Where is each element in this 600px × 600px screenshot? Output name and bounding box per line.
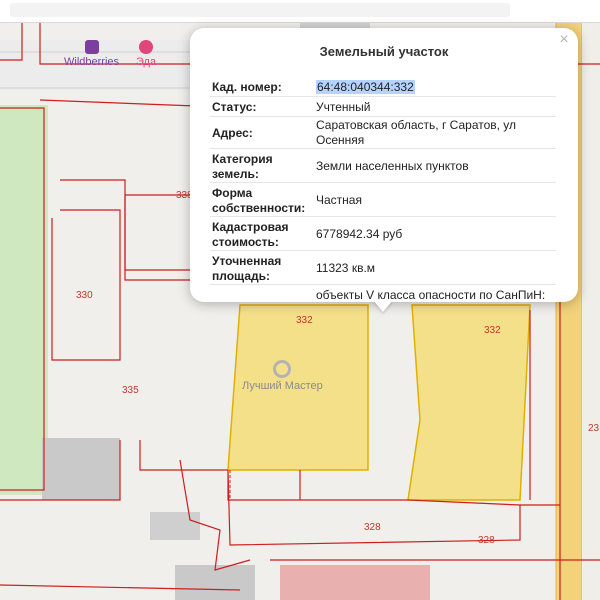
row-key: Статус: bbox=[212, 100, 257, 114]
popup-title: Земельный участок bbox=[319, 44, 449, 59]
building bbox=[150, 512, 200, 540]
address-line: Саратовская область, г Саратов, ул bbox=[316, 118, 517, 132]
poi-label: Эда bbox=[136, 56, 157, 68]
info-row-cadastral-value: Кадастровая стоимость: 6778942.34 руб bbox=[210, 218, 556, 251]
address-line: Осенняя bbox=[316, 133, 365, 147]
parcel-number: 332 bbox=[296, 315, 313, 326]
row-key-line: Уточненная bbox=[212, 254, 282, 268]
row-value: Земли населенных пунктов bbox=[316, 159, 469, 173]
row-value: 11323 кв.м bbox=[316, 261, 376, 275]
selected-parcel[interactable] bbox=[407, 304, 531, 501]
parcel-number: 328 bbox=[364, 522, 381, 533]
top-toolbar bbox=[0, 0, 600, 23]
row-key-line: площадь: bbox=[212, 269, 270, 283]
row-value[interactable]: 64:48:040344:332 bbox=[316, 80, 415, 95]
row-key: Кадастровая стоимость: bbox=[212, 220, 289, 250]
row-value: Учтенный bbox=[316, 100, 371, 114]
row-key-line: стоимость: bbox=[212, 235, 279, 249]
place-icon bbox=[273, 360, 292, 378]
parcel-number: 328 bbox=[478, 535, 495, 546]
cadastral-number[interactable]: 64:48:040344:332 bbox=[316, 80, 415, 94]
row-key-line: Форма bbox=[212, 186, 253, 200]
green-area bbox=[0, 105, 48, 495]
poi-label: Wildberries bbox=[64, 56, 120, 68]
info-row-land-category: Категория земель: Земли населенных пункт… bbox=[210, 150, 556, 183]
row-key: Форма собственности: bbox=[212, 186, 305, 216]
poi-label: Лучший Мастер bbox=[242, 380, 323, 392]
parcel-info-popup: Земельный участок × Кад. номер: 64:48:04… bbox=[190, 28, 578, 302]
shopping-bag-icon bbox=[84, 40, 99, 54]
row-key: Кад. номер: bbox=[212, 80, 282, 94]
info-row-cadastral-number: Кад. номер: 64:48:040344:332 bbox=[210, 78, 556, 97]
parcel-number: 231 bbox=[588, 423, 600, 434]
poi-wildberries[interactable]: Wildberries bbox=[64, 40, 119, 68]
row-key-line: земель: bbox=[212, 167, 259, 181]
row-value: Саратовская область, г Саратов, ул Осенн… bbox=[316, 118, 516, 148]
row-key: Адрес: bbox=[212, 126, 253, 140]
row-key: Категория земель: bbox=[212, 152, 273, 182]
parcel-number: 332 bbox=[484, 325, 501, 336]
row-value: объекты V класса опасности по СанПиН: bbox=[316, 288, 546, 302]
parcel-number: 330 bbox=[76, 290, 93, 301]
poi-eda[interactable]: Эда bbox=[136, 40, 156, 68]
info-row-status: Статус: Учтенный bbox=[210, 98, 556, 117]
row-value: Частная bbox=[316, 193, 362, 207]
info-row-area: Уточненная площадь: 11323 кв.м bbox=[210, 252, 556, 285]
row-key-line: Категория bbox=[212, 152, 273, 166]
parcel-number: 335 bbox=[122, 385, 139, 396]
building bbox=[280, 565, 430, 600]
row-value: 6778942.34 руб bbox=[316, 227, 403, 241]
right-strip bbox=[582, 0, 600, 600]
poi-luchshiy-master[interactable]: Лучший Мастер bbox=[242, 360, 323, 392]
row-key-line: Кадастровая bbox=[212, 220, 289, 234]
store-icon bbox=[139, 40, 154, 54]
close-icon[interactable]: × bbox=[554, 30, 574, 50]
row-key-line: собственности: bbox=[212, 201, 306, 215]
popup-pointer bbox=[373, 300, 393, 312]
info-row-address: Адрес: Саратовская область, г Саратов, у… bbox=[210, 118, 556, 149]
search-bar[interactable] bbox=[10, 3, 510, 17]
row-key: Уточненная площадь: bbox=[212, 254, 281, 284]
building bbox=[42, 438, 120, 500]
info-row-ownership: Форма собственности: Частная bbox=[210, 184, 556, 217]
